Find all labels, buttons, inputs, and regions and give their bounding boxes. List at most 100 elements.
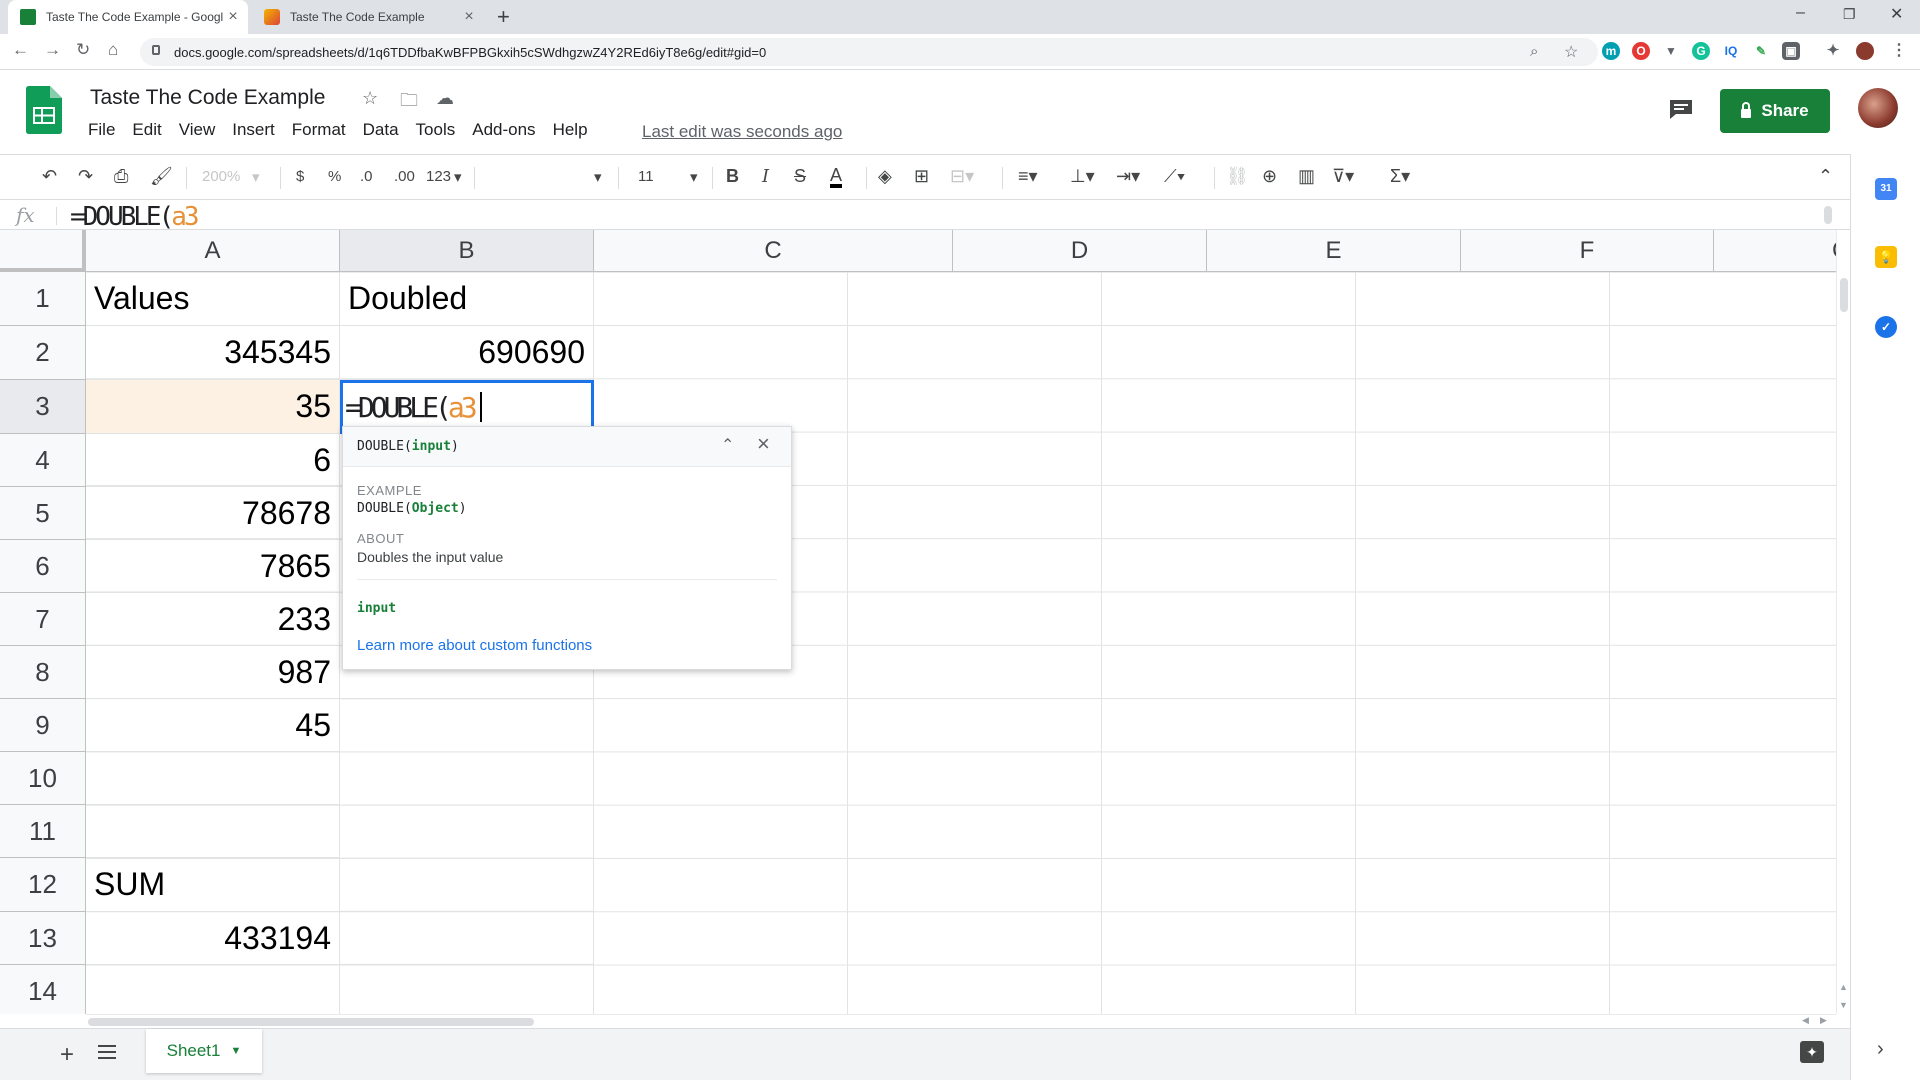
borders-icon[interactable]: ⊞ [914, 166, 929, 187]
cell-a5[interactable]: 78678 [86, 487, 340, 540]
column-header-d[interactable]: D [953, 230, 1207, 272]
print-icon[interactable]: ⎙ [114, 166, 128, 187]
cell-a1[interactable]: Values [86, 272, 340, 326]
star-icon[interactable]: ☆ [1564, 42, 1578, 62]
cloud-status-icon[interactable]: ☁ [436, 88, 454, 109]
collapse-icon[interactable]: ⌃ [1818, 166, 1833, 187]
expand-panel-icon[interactable]: › [1877, 1038, 1884, 1061]
browser-tab-active[interactable]: Taste The Code Example - Googl × [8, 0, 248, 34]
row-header-5[interactable]: 5 [0, 487, 86, 540]
row-header-14[interactable]: 14 [0, 965, 86, 1014]
cell-b2[interactable]: 690690 [340, 326, 594, 380]
avatar[interactable] [1858, 88, 1898, 128]
filter-icon[interactable]: ⊽▾ [1332, 166, 1354, 187]
paint-format-icon[interactable]: 🖌 [150, 166, 173, 187]
close-tab-icon[interactable]: × [224, 8, 242, 26]
row-header-11[interactable]: 11 [0, 805, 86, 858]
zoom-icon[interactable]: ⌕ [1530, 43, 1538, 60]
cell-a14[interactable] [86, 965, 340, 1014]
more-formats-button[interactable]: 123 [426, 168, 451, 185]
column-header-e[interactable]: E [1207, 230, 1461, 272]
cell-a6[interactable]: 7865 [86, 540, 340, 593]
cell-b1[interactable]: Doubled [340, 272, 594, 326]
share-button[interactable]: Share [1720, 89, 1830, 133]
reload-icon[interactable]: ↻ [76, 40, 90, 60]
menu-help[interactable]: Help [553, 120, 588, 140]
vertical-scrollbar[interactable]: ▲ ▼ [1836, 230, 1850, 1014]
learn-more-link[interactable]: Learn more about custom functions [357, 637, 592, 654]
extension-inbox-icon[interactable]: ▣ [1782, 42, 1800, 60]
bold-icon[interactable]: B [726, 166, 739, 187]
cell-a9[interactable]: 45 [86, 699, 340, 752]
comment-add-icon[interactable]: ⊕ [1262, 166, 1277, 187]
function-help-header[interactable]: DOUBLE(input) ⌃ × [343, 427, 791, 467]
currency-format-button[interactable]: $ [296, 168, 304, 185]
row-header-12[interactable]: 12 [0, 858, 86, 912]
chart-icon[interactable]: ▥ [1298, 166, 1315, 187]
menu-addons[interactable]: Add-ons [472, 120, 535, 140]
chevron-down-icon[interactable]: ▾ [690, 168, 698, 186]
merge-icon[interactable]: ⊟▾ [950, 166, 974, 187]
scroll-right-icon[interactable]: ▶ [1820, 1015, 1827, 1026]
browser-tab[interactable]: Taste The Code Example × [252, 0, 484, 34]
calendar-icon[interactable]: 31 [1875, 178, 1897, 200]
rotate-icon[interactable]: ⟋▾ [1164, 166, 1185, 187]
menu-tools[interactable]: Tools [416, 120, 456, 140]
functions-icon[interactable]: Σ▾ [1390, 166, 1410, 187]
undo-icon[interactable]: ↶ [42, 166, 57, 187]
formula-bar-scroll[interactable] [1824, 206, 1832, 224]
row-header-6[interactable]: 6 [0, 540, 86, 593]
formula-input[interactable]: =DOUBLE(a3 [70, 202, 200, 232]
column-header-f[interactable]: F [1461, 230, 1714, 272]
row-header-3[interactable]: 3 [0, 380, 86, 434]
extension-opera-icon[interactable]: O [1632, 42, 1650, 60]
star-icon[interactable]: ☆ [362, 88, 378, 109]
add-sheet-icon[interactable]: + [60, 1041, 74, 1069]
horizontal-scrollbar[interactable]: ◀ ▶ [86, 1014, 1836, 1028]
scroll-left-icon[interactable]: ◀ [1802, 1015, 1809, 1026]
column-header-c[interactable]: C [594, 230, 953, 272]
chevron-down-icon[interactable]: ▾ [454, 168, 462, 186]
menu-file[interactable]: File [88, 120, 115, 140]
italic-icon[interactable]: I [762, 166, 769, 187]
close-icon[interactable]: × [757, 431, 770, 457]
omnibox[interactable]: docs.google.com/spreadsheets/d/1q6TDDfba… [140, 38, 1598, 66]
move-to-folder-icon[interactable]: 🗀 [400, 88, 418, 118]
scroll-up-icon[interactable]: ▲ [1839, 982, 1848, 992]
font-size-select[interactable]: 11 [638, 168, 654, 185]
extension-grammarly-icon[interactable]: G [1692, 42, 1710, 60]
menu-edit[interactable]: Edit [132, 120, 161, 140]
cell-a10[interactable] [86, 752, 340, 805]
cell-a13[interactable]: 433194 [86, 912, 340, 965]
row-header-1[interactable]: 1 [0, 272, 86, 326]
font-family-dropdown[interactable]: ▾ [594, 168, 602, 186]
menu-insert[interactable]: Insert [232, 120, 275, 140]
home-icon[interactable]: ⌂ [108, 40, 118, 60]
horizontal-scroll-thumb[interactable] [88, 1018, 534, 1026]
menu-data[interactable]: Data [363, 120, 399, 140]
row-header-8[interactable]: 8 [0, 646, 86, 699]
decrease-decimals-button[interactable]: .0 [360, 168, 373, 185]
row-header-7[interactable]: 7 [0, 593, 86, 646]
keep-icon[interactable]: 💡 [1875, 246, 1897, 268]
extension-m-icon[interactable]: m [1602, 42, 1620, 60]
column-header-b[interactable]: B [340, 230, 594, 272]
row-header-13[interactable]: 13 [0, 912, 86, 965]
cell-a3[interactable]: 35 [86, 380, 340, 434]
extensions-icon[interactable]: ✦ [1824, 42, 1842, 60]
vertical-scroll-thumb[interactable] [1840, 278, 1848, 312]
cell-a2[interactable]: 345345 [86, 326, 340, 380]
minimize-icon[interactable]: – [1796, 4, 1805, 22]
cell-a8[interactable]: 987 [86, 646, 340, 699]
cell-a11[interactable] [86, 805, 340, 858]
select-all-corner[interactable] [0, 230, 86, 272]
row-header-2[interactable]: 2 [0, 326, 86, 380]
restore-icon[interactable]: ❐ [1843, 6, 1856, 23]
percent-format-button[interactable]: % [328, 168, 341, 185]
scroll-down-icon[interactable]: ▼ [1839, 1000, 1848, 1010]
sheet-tab[interactable]: Sheet1 ▼ [146, 1029, 262, 1073]
cell-a7[interactable]: 233 [86, 593, 340, 646]
new-tab-icon[interactable]: + [497, 4, 510, 30]
increase-decimals-button[interactable]: .00 [394, 168, 415, 185]
align-icon[interactable]: ≡▾ [1018, 166, 1038, 187]
